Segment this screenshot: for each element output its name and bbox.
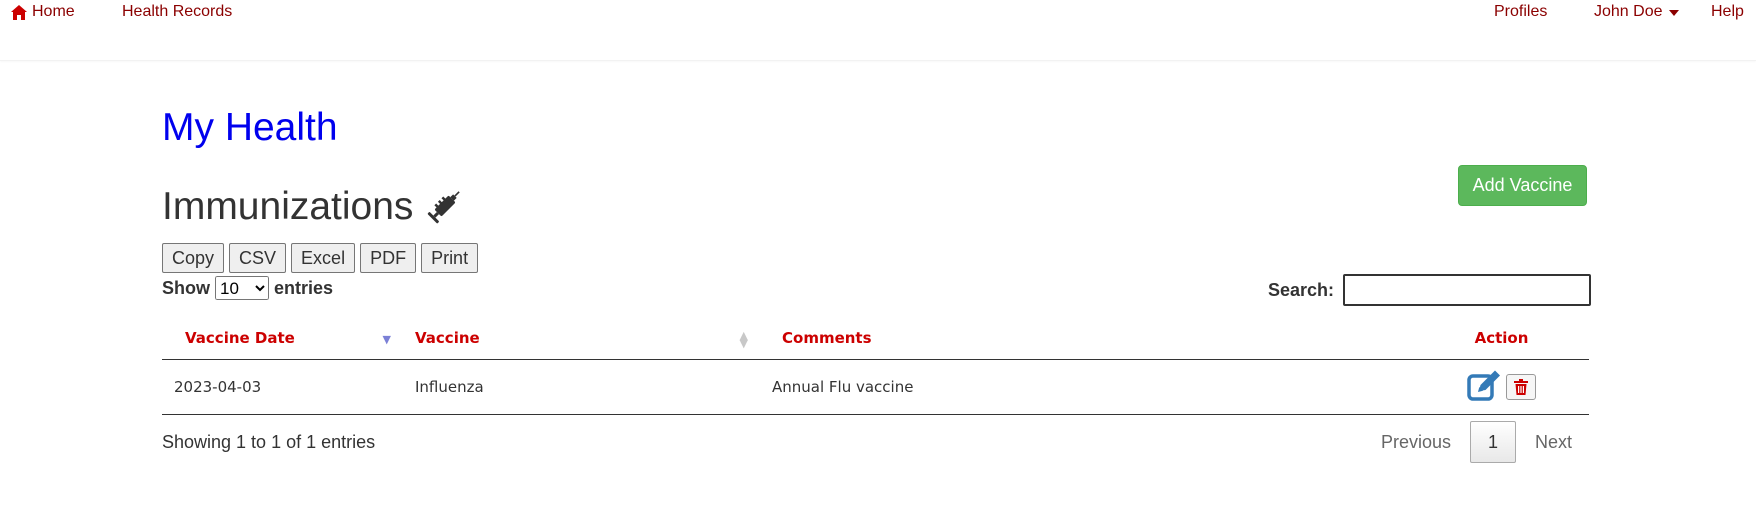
nav-health-records-link[interactable]: Health Records [122,3,232,21]
cell-vaccine-date: 2023-04-03 [162,359,403,415]
csv-button[interactable]: CSV [229,243,287,273]
table-header-row: Vaccine Date ▼ Vaccine ▲ ▼ Comments Actio… [162,317,1589,360]
col-header-label: Action [1474,329,1529,347]
col-header-label: Vaccine Date [185,329,295,347]
home-icon [11,4,27,20]
pdf-button[interactable]: PDF [360,243,417,273]
section-title: Immunizations [162,186,465,226]
pagination-page-current[interactable]: 1 [1470,421,1517,463]
add-vaccine-button[interactable]: Add Vaccine [1458,165,1587,206]
search-label: Search: [1268,279,1335,300]
show-label: Show [162,277,210,298]
export-buttons: Copy CSV Excel PDF Print [162,243,479,273]
table-info: Showing 1 to 1 of 1 entries [162,432,376,452]
copy-button[interactable]: Copy [162,243,225,273]
pagination-previous[interactable]: Previous [1362,421,1470,463]
sort-both-icon: ▲ ▼ [739,329,748,350]
delete-button[interactable] [1506,374,1536,400]
col-header-comments[interactable]: Comments [760,317,1414,360]
trash-icon [1514,379,1528,395]
edit-icon[interactable] [1467,369,1503,405]
nav-profiles-link[interactable]: Profiles [1494,3,1547,21]
cell-actions [1414,359,1589,415]
immunizations-table-wrapper: Vaccine Date ▼ Vaccine ▲ ▼ Comments Actio… [162,317,1589,415]
excel-button[interactable]: Excel [291,243,356,273]
nav-help-link[interactable]: Help [1711,3,1744,21]
sort-desc-icon: ▼ [382,333,391,346]
col-header-label: Vaccine [415,329,480,347]
entries-per-page-select[interactable]: 10 [215,276,269,300]
pagination: Previous 1 Next [1362,421,1591,463]
cell-comments: Annual Flu vaccine [760,359,1414,415]
col-header-vaccine-date[interactable]: Vaccine Date ▼ [162,317,403,360]
pagination-next[interactable]: Next [1516,421,1591,463]
nav-home-label: Home [32,3,75,20]
search-input[interactable] [1343,274,1592,306]
immunizations-table: Vaccine Date ▼ Vaccine ▲ ▼ Comments Actio… [162,317,1589,415]
table-search: Search: [1268,274,1592,306]
col-header-action: Action [1414,317,1589,360]
user-menu-dropdown[interactable]: John Doe [1594,3,1679,21]
cell-vaccine: Influenza [403,359,760,415]
top-navbar: Home Health Records Profiles John Doe He… [0,0,1756,61]
syringe-icon [428,191,461,224]
nav-home-link[interactable]: Home [11,3,75,21]
entries-length-control: Show 10 entries [162,276,333,300]
table-row: 2023-04-03 Influenza Annual Flu vaccine [162,359,1589,415]
col-header-vaccine[interactable]: Vaccine ▲ ▼ [403,317,760,360]
section-title-text: Immunizations [162,184,414,228]
user-name: John Doe [1594,3,1663,20]
entries-label: entries [274,277,334,298]
page-title: My Health [162,106,338,149]
print-button[interactable]: Print [421,243,479,273]
caret-down-icon [1668,10,1679,16]
col-header-label: Comments [782,329,872,347]
